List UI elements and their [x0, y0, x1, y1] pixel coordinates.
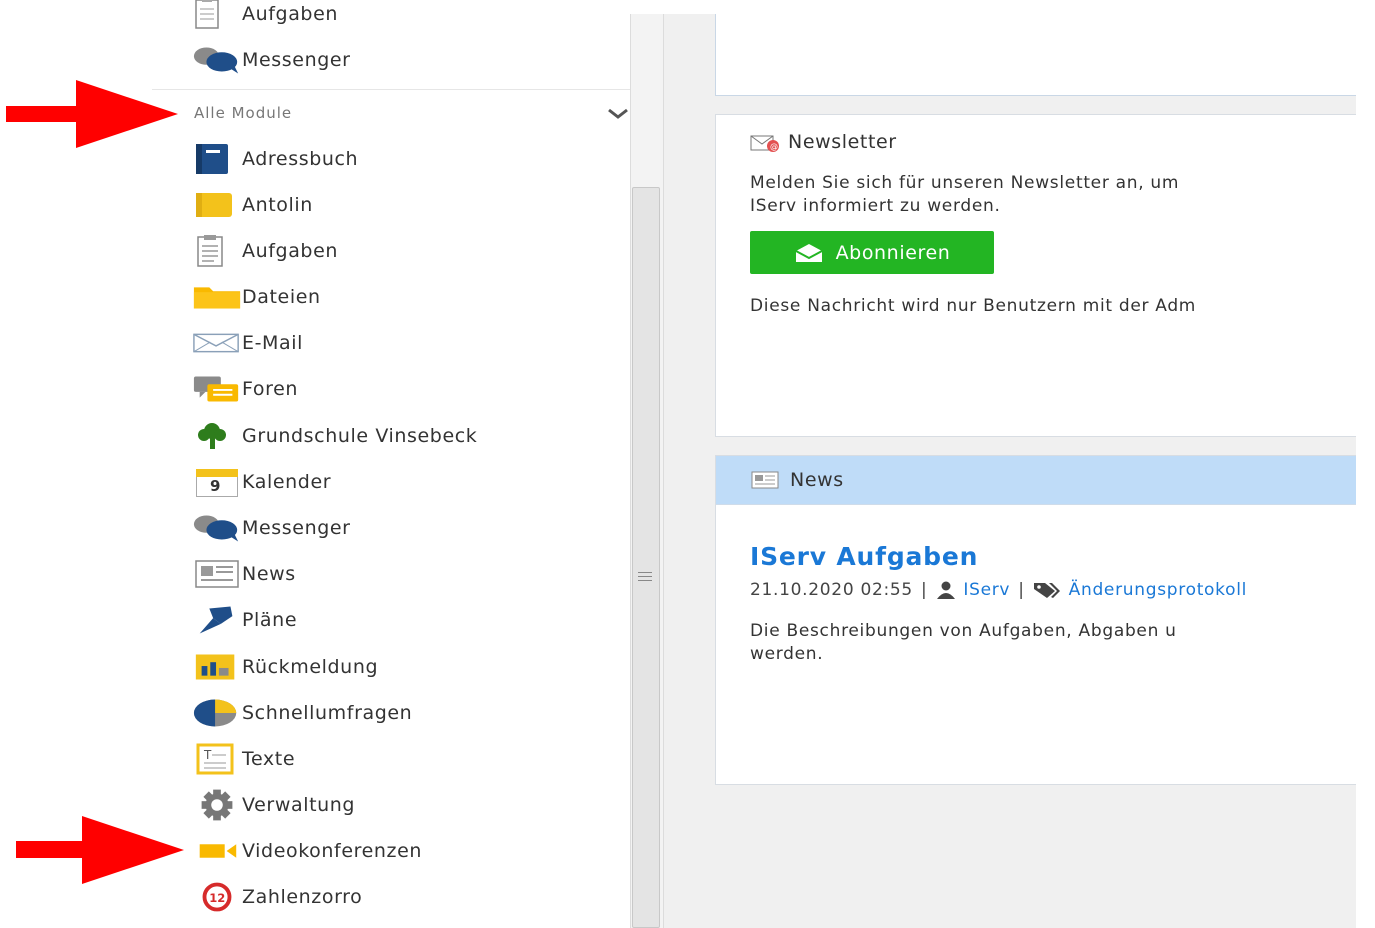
calendar-day: 9 [210, 477, 221, 495]
sidebar-item-adressbuch[interactable]: Adressbuch [190, 139, 358, 179]
sidebar-item-schnellumfragen[interactable]: Schnellumfragen [190, 693, 412, 733]
annotation-arrow-modules [6, 80, 178, 148]
pin-icon [190, 604, 242, 636]
sidebar-item-label: Videokonferenzen [242, 840, 423, 862]
messenger-icon [190, 512, 242, 544]
antolin-icon [190, 189, 242, 221]
news-article-meta: 21.10.2020 02:55 | IServ | Änderungsprot… [750, 580, 1247, 600]
folder-icon [190, 281, 242, 313]
sidebar-item-label: Dateien [242, 286, 321, 308]
section-all-modules[interactable]: Alle Module [190, 100, 630, 126]
chevron-down-icon[interactable] [606, 100, 630, 126]
newsletter-text: Melden Sie sich für unseren Newsletter a… [750, 172, 1179, 218]
sidebar-item-grundschule-vinsebeck[interactable]: Grundschule Vinsebeck [190, 416, 477, 456]
sidebar-item-verwaltung[interactable]: Verwaltung [190, 785, 355, 825]
sidebar-item-label: Texte [242, 748, 296, 770]
sidebar-item-label: Kalender [242, 471, 332, 493]
tag-icon [1033, 583, 1060, 598]
sidebar-item-email[interactable]: E-Mail [190, 323, 303, 363]
video-camera-icon [190, 835, 242, 867]
newsletter-text-line: Melden Sie sich für unseren Newsletter a… [750, 173, 1180, 193]
sidebar-item-label: Antolin [242, 194, 313, 216]
news-panel: News IServ Aufgaben 21.10.2020 02:55 | I… [715, 455, 1356, 785]
calendar-icon: 9 [190, 466, 242, 498]
newsletter-text-line: IServ informiert zu werden. [750, 196, 1001, 216]
admin-note: Diese Nachricht wird nur Benutzern mit d… [750, 296, 1197, 316]
sidebar-scrollbar-thumb[interactable] [632, 187, 660, 928]
sidebar-item-label: News [242, 563, 296, 585]
newsletter-icon: @ [750, 135, 779, 152]
news-text-line: Die Beschreibungen von Aufgaben, Abgaben… [750, 621, 1177, 641]
sidebar-item-label: Rückmeldung [242, 656, 379, 678]
sidebar-item-label: Schnellumfragen [242, 702, 413, 724]
news-icon [751, 471, 779, 489]
sidebar-item-messenger[interactable]: Messenger [190, 508, 351, 548]
pie-chart-icon [190, 697, 242, 729]
sidebar-item-dateien[interactable]: Dateien [190, 277, 321, 317]
sidebar-item-messenger-top[interactable]: Messenger [190, 40, 351, 80]
sidebar-item-label: Aufgaben [242, 240, 339, 262]
section-title: Alle Module [194, 104, 293, 122]
sidebar-item-zahlenzorro[interactable]: 12 Zahlenzorro [190, 877, 362, 917]
gear-icon [190, 789, 242, 821]
sidebar-item-label: Zahlenzorro [242, 886, 363, 908]
zahlenzorro-icon: 12 [190, 881, 242, 913]
meta-separator: | [920, 580, 928, 600]
sidebar-item-aufgaben-top[interactable]: Aufgaben [190, 0, 338, 34]
sidebar-item-kalender[interactable]: 9 Kalender [190, 462, 331, 502]
sidebar-item-label: Adressbuch [242, 148, 359, 170]
right-edge [1356, 0, 1375, 928]
panel-top-partial [715, 14, 1356, 96]
annotation-arrow-video [16, 816, 184, 884]
news-icon [190, 558, 242, 590]
svg-text:@: @ [770, 142, 779, 151]
sidebar-item-videokonferenzen[interactable]: Videokonferenzen [190, 831, 422, 871]
newsletter-panel: @ Newsletter Melden Sie sich für unseren… [715, 114, 1356, 437]
sidebar-item-label: Pläne [242, 609, 298, 631]
tasks-icon [190, 235, 242, 267]
sidebar-item-label: Verwaltung [242, 794, 356, 816]
svg-text:12: 12 [209, 891, 225, 905]
sidebar-item-antolin[interactable]: Antolin [190, 185, 313, 225]
user-icon [937, 581, 956, 599]
news-category-link[interactable]: Änderungsprotokoll [1069, 580, 1247, 600]
news-header-title: News [790, 469, 844, 491]
tasks-icon [190, 0, 242, 30]
newsletter-header: @ Newsletter [750, 131, 897, 153]
scrollbar-grip-icon [638, 572, 652, 582]
feedback-icon [190, 651, 242, 683]
sidebar-item-news[interactable]: News [190, 554, 296, 594]
sidebar-item-foren[interactable]: Foren [190, 369, 298, 409]
text-document-icon: T [190, 743, 242, 775]
subscribe-button-label: Abonnieren [835, 241, 951, 264]
news-header: News [716, 456, 1356, 505]
addressbook-icon [190, 143, 242, 175]
subscribe-button[interactable]: Abonnieren [750, 231, 994, 274]
envelope-open-icon [795, 243, 823, 262]
sidebar-item-label: Aufgaben [242, 3, 339, 25]
sidebar-item-plaene[interactable]: Pläne [190, 600, 297, 640]
meta-separator: | [1018, 580, 1025, 600]
sidebar-item-label: Messenger [242, 517, 351, 539]
sidebar-item-label: Grundschule Vinsebeck [242, 425, 478, 447]
news-text-line: werden. [750, 644, 824, 664]
sidebar-item-texte[interactable]: T Texte [190, 739, 295, 779]
sidebar-item-label: E-Mail [242, 332, 304, 354]
sidebar-item-label: Messenger [242, 49, 351, 71]
news-date: 21.10.2020 02:55 [750, 580, 913, 600]
sidebar-divider [152, 89, 630, 90]
messenger-icon [190, 44, 242, 76]
news-author-link[interactable]: IServ [963, 580, 1010, 600]
tree-icon [190, 420, 242, 452]
forum-icon [190, 373, 242, 405]
mail-icon [190, 327, 242, 359]
news-article-text: Die Beschreibungen von Aufgaben, Abgaben… [750, 620, 1177, 666]
sidebar-item-label: Foren [242, 378, 299, 400]
sidebar-item-rueckmeldung[interactable]: Rückmeldung [190, 647, 378, 687]
news-article-title[interactable]: IServ Aufgaben [750, 542, 978, 571]
newsletter-title: Newsletter [788, 131, 897, 153]
sidebar-item-aufgaben[interactable]: Aufgaben [190, 231, 338, 271]
svg-text:T: T [203, 748, 212, 762]
